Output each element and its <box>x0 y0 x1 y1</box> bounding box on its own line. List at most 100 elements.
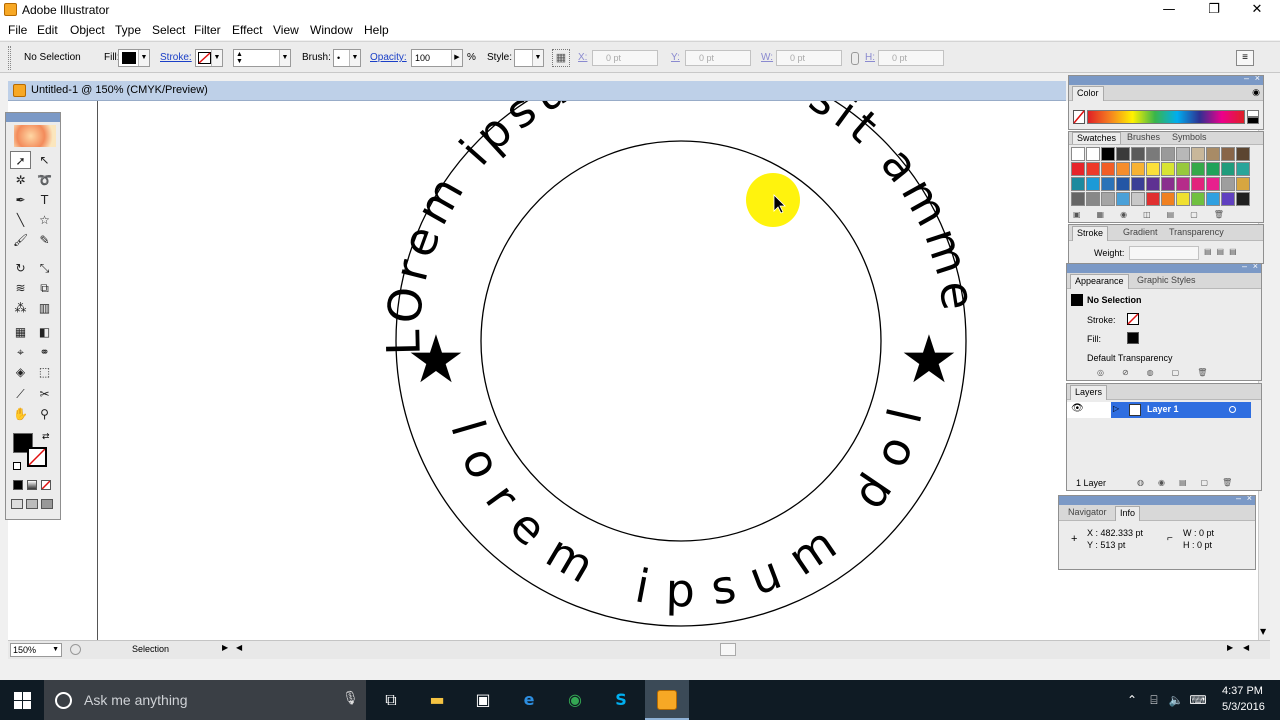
blend-tool-icon[interactable]: ⚭ <box>34 343 55 361</box>
edge-browser-icon[interactable]: e <box>519 690 539 710</box>
color-swatch[interactable] <box>1191 192 1205 206</box>
close-panel-icon[interactable]: × <box>1247 493 1252 503</box>
lasso-tool-icon[interactable]: ➰ <box>34 171 55 189</box>
keyboard-icon[interactable]: ⌨ <box>1188 690 1208 710</box>
target-icon[interactable] <box>1229 406 1236 413</box>
clock-time[interactable]: 4:37 PM <box>1222 685 1263 697</box>
scale-tool-icon[interactable]: ⤡ <box>34 259 55 277</box>
tab-stroke[interactable]: Stroke <box>1072 226 1109 241</box>
appearance-fill-label[interactable]: Fill: <box>1087 334 1101 344</box>
color-swatch[interactable] <box>1146 177 1160 191</box>
stroke-color-box[interactable] <box>27 447 47 467</box>
swatch-grid[interactable] <box>1071 147 1251 209</box>
live-paint-tool-icon[interactable]: ◈ <box>10 363 31 381</box>
color-swatch[interactable] <box>1236 162 1250 176</box>
free-transform-tool-icon[interactable]: ⧉ <box>34 279 55 297</box>
color-swatch[interactable] <box>1101 192 1115 206</box>
close-panel-icon[interactable]: × <box>1255 73 1260 83</box>
color-swatch[interactable] <box>1236 177 1250 191</box>
expand-arrow-icon[interactable]: ▷ <box>1113 404 1119 413</box>
direct-selection-tool-icon[interactable]: ↖ <box>34 151 55 169</box>
color-mode-icon[interactable] <box>13 480 23 490</box>
symbol-sprayer-tool-icon[interactable]: ⁂ <box>10 299 31 317</box>
color-swatch[interactable] <box>1116 192 1130 206</box>
volume-icon[interactable]: 🔈 <box>1166 690 1186 710</box>
color-swatch[interactable] <box>1206 192 1220 206</box>
color-swatch[interactable] <box>1161 192 1175 206</box>
chrome-icon[interactable]: ◉ <box>565 690 585 710</box>
color-swatch[interactable] <box>1116 162 1130 176</box>
color-swatch[interactable] <box>1176 192 1190 206</box>
color-swatch[interactable] <box>1071 192 1085 206</box>
tab-color[interactable]: Color <box>1072 86 1104 101</box>
color-swatch[interactable] <box>1086 192 1100 206</box>
tools-panel-header[interactable] <box>6 113 60 122</box>
white-swatch[interactable] <box>1247 110 1259 117</box>
appearance-actions-bar[interactable]: ◎⊘◍▢🗑 <box>1097 368 1247 379</box>
scroll-right-arrow-icon[interactable]: ▶ <box>1227 643 1233 652</box>
type-tool-icon[interactable]: T <box>34 191 55 209</box>
color-swatch[interactable] <box>1086 147 1100 161</box>
color-swatch[interactable] <box>1161 147 1175 161</box>
tab-appearance[interactable]: Appearance <box>1070 274 1129 289</box>
gradient-tool-icon[interactable]: ◧ <box>34 323 55 341</box>
illustrator-taskbar-button[interactable] <box>645 680 689 720</box>
minimize-panel-icon[interactable]: – <box>1236 493 1241 503</box>
eye-visibility-icon[interactable]: 👁 <box>1071 403 1084 414</box>
color-swatch[interactable] <box>1206 147 1220 161</box>
scissors-tool-icon[interactable]: ✂ <box>34 385 55 403</box>
network-icon[interactable]: ⌸ <box>1144 690 1164 710</box>
scroll-left-arrow-icon[interactable]: ◀ <box>1243 643 1249 652</box>
color-swatch[interactable] <box>1161 162 1175 176</box>
clock-date[interactable]: 5/3/2016 <box>1222 701 1265 713</box>
color-swatch[interactable] <box>1221 162 1235 176</box>
pencil-tool-icon[interactable]: ✎ <box>34 231 55 249</box>
color-swatch[interactable] <box>1116 177 1130 191</box>
cortana-search-box[interactable]: Ask me anything 🎙 <box>44 680 366 720</box>
chevron-up-icon[interactable]: ⌃ <box>1122 690 1142 710</box>
appearance-stroke-label[interactable]: Stroke: <box>1087 315 1116 325</box>
selection-tool-icon[interactable]: ➚ <box>10 151 31 169</box>
color-swatch[interactable] <box>1101 177 1115 191</box>
standard-screen-mode-icon[interactable] <box>11 499 23 509</box>
left-star[interactable]: ★ <box>406 321 465 398</box>
color-swatch[interactable] <box>1176 162 1190 176</box>
no-stroke-icon[interactable] <box>1127 313 1139 325</box>
swap-colors-icon[interactable]: ⇄ <box>42 432 50 442</box>
minimize-panel-icon[interactable]: – <box>1242 261 1247 271</box>
windows-start-icon[interactable] <box>14 692 31 709</box>
layers-actions-bar[interactable]: ◍◉▤▢🗑 <box>1137 478 1257 489</box>
color-swatch[interactable] <box>1131 162 1145 176</box>
minimize-panel-icon[interactable]: – <box>1244 73 1249 83</box>
pen-tool-icon[interactable]: ✒ <box>10 191 31 209</box>
mesh-tool-icon[interactable]: ▦ <box>10 323 31 341</box>
skype-icon[interactable]: S <box>611 690 631 710</box>
zoom-tool-icon[interactable]: ⚲ <box>34 405 55 423</box>
top-arc-text[interactable]: LOrem ipsum dolor sit ammet <box>0 0 986 356</box>
warp-tool-icon[interactable]: ≋ <box>10 279 31 297</box>
panel-header[interactable]: – × <box>1069 73 1263 85</box>
magic-wand-tool-icon[interactable]: ✲ <box>10 171 31 189</box>
panel-options-icon[interactable]: ◉ <box>1252 87 1260 98</box>
horizontal-scroll-thumb[interactable] <box>720 643 736 656</box>
status-menu-arrow-icon[interactable]: ▶ <box>222 643 228 652</box>
color-swatch[interactable] <box>1146 162 1160 176</box>
inner-circle[interactable] <box>480 140 882 542</box>
zoom-dropdown[interactable]: 150% ▼ <box>10 643 62 657</box>
tab-graphic-styles[interactable]: Graphic Styles <box>1137 275 1196 285</box>
full-screen-menu-mode-icon[interactable] <box>26 499 38 509</box>
bottom-arc-text[interactable]: lorem ipsum dolor <box>0 0 933 617</box>
gradient-mode-icon[interactable] <box>27 480 37 490</box>
eyedropper-tool-icon[interactable]: ⌖ <box>10 343 31 361</box>
color-swatch[interactable] <box>1221 147 1235 161</box>
rotate-tool-icon[interactable]: ↻ <box>10 259 31 277</box>
illustrator-splash-icon[interactable] <box>14 125 56 147</box>
hand-tool-icon[interactable]: ✋ <box>10 405 31 423</box>
color-swatch[interactable] <box>1071 177 1085 191</box>
black-swatch[interactable] <box>1247 117 1259 124</box>
default-colors-icon[interactable] <box>13 462 21 470</box>
paintbrush-tool-icon[interactable]: 🖌 <box>10 231 31 249</box>
color-swatch[interactable] <box>1176 177 1190 191</box>
live-paint-selection-tool-icon[interactable]: ⬚ <box>34 363 55 381</box>
scroll-down-arrow-icon[interactable]: ▼ <box>1260 627 1266 636</box>
